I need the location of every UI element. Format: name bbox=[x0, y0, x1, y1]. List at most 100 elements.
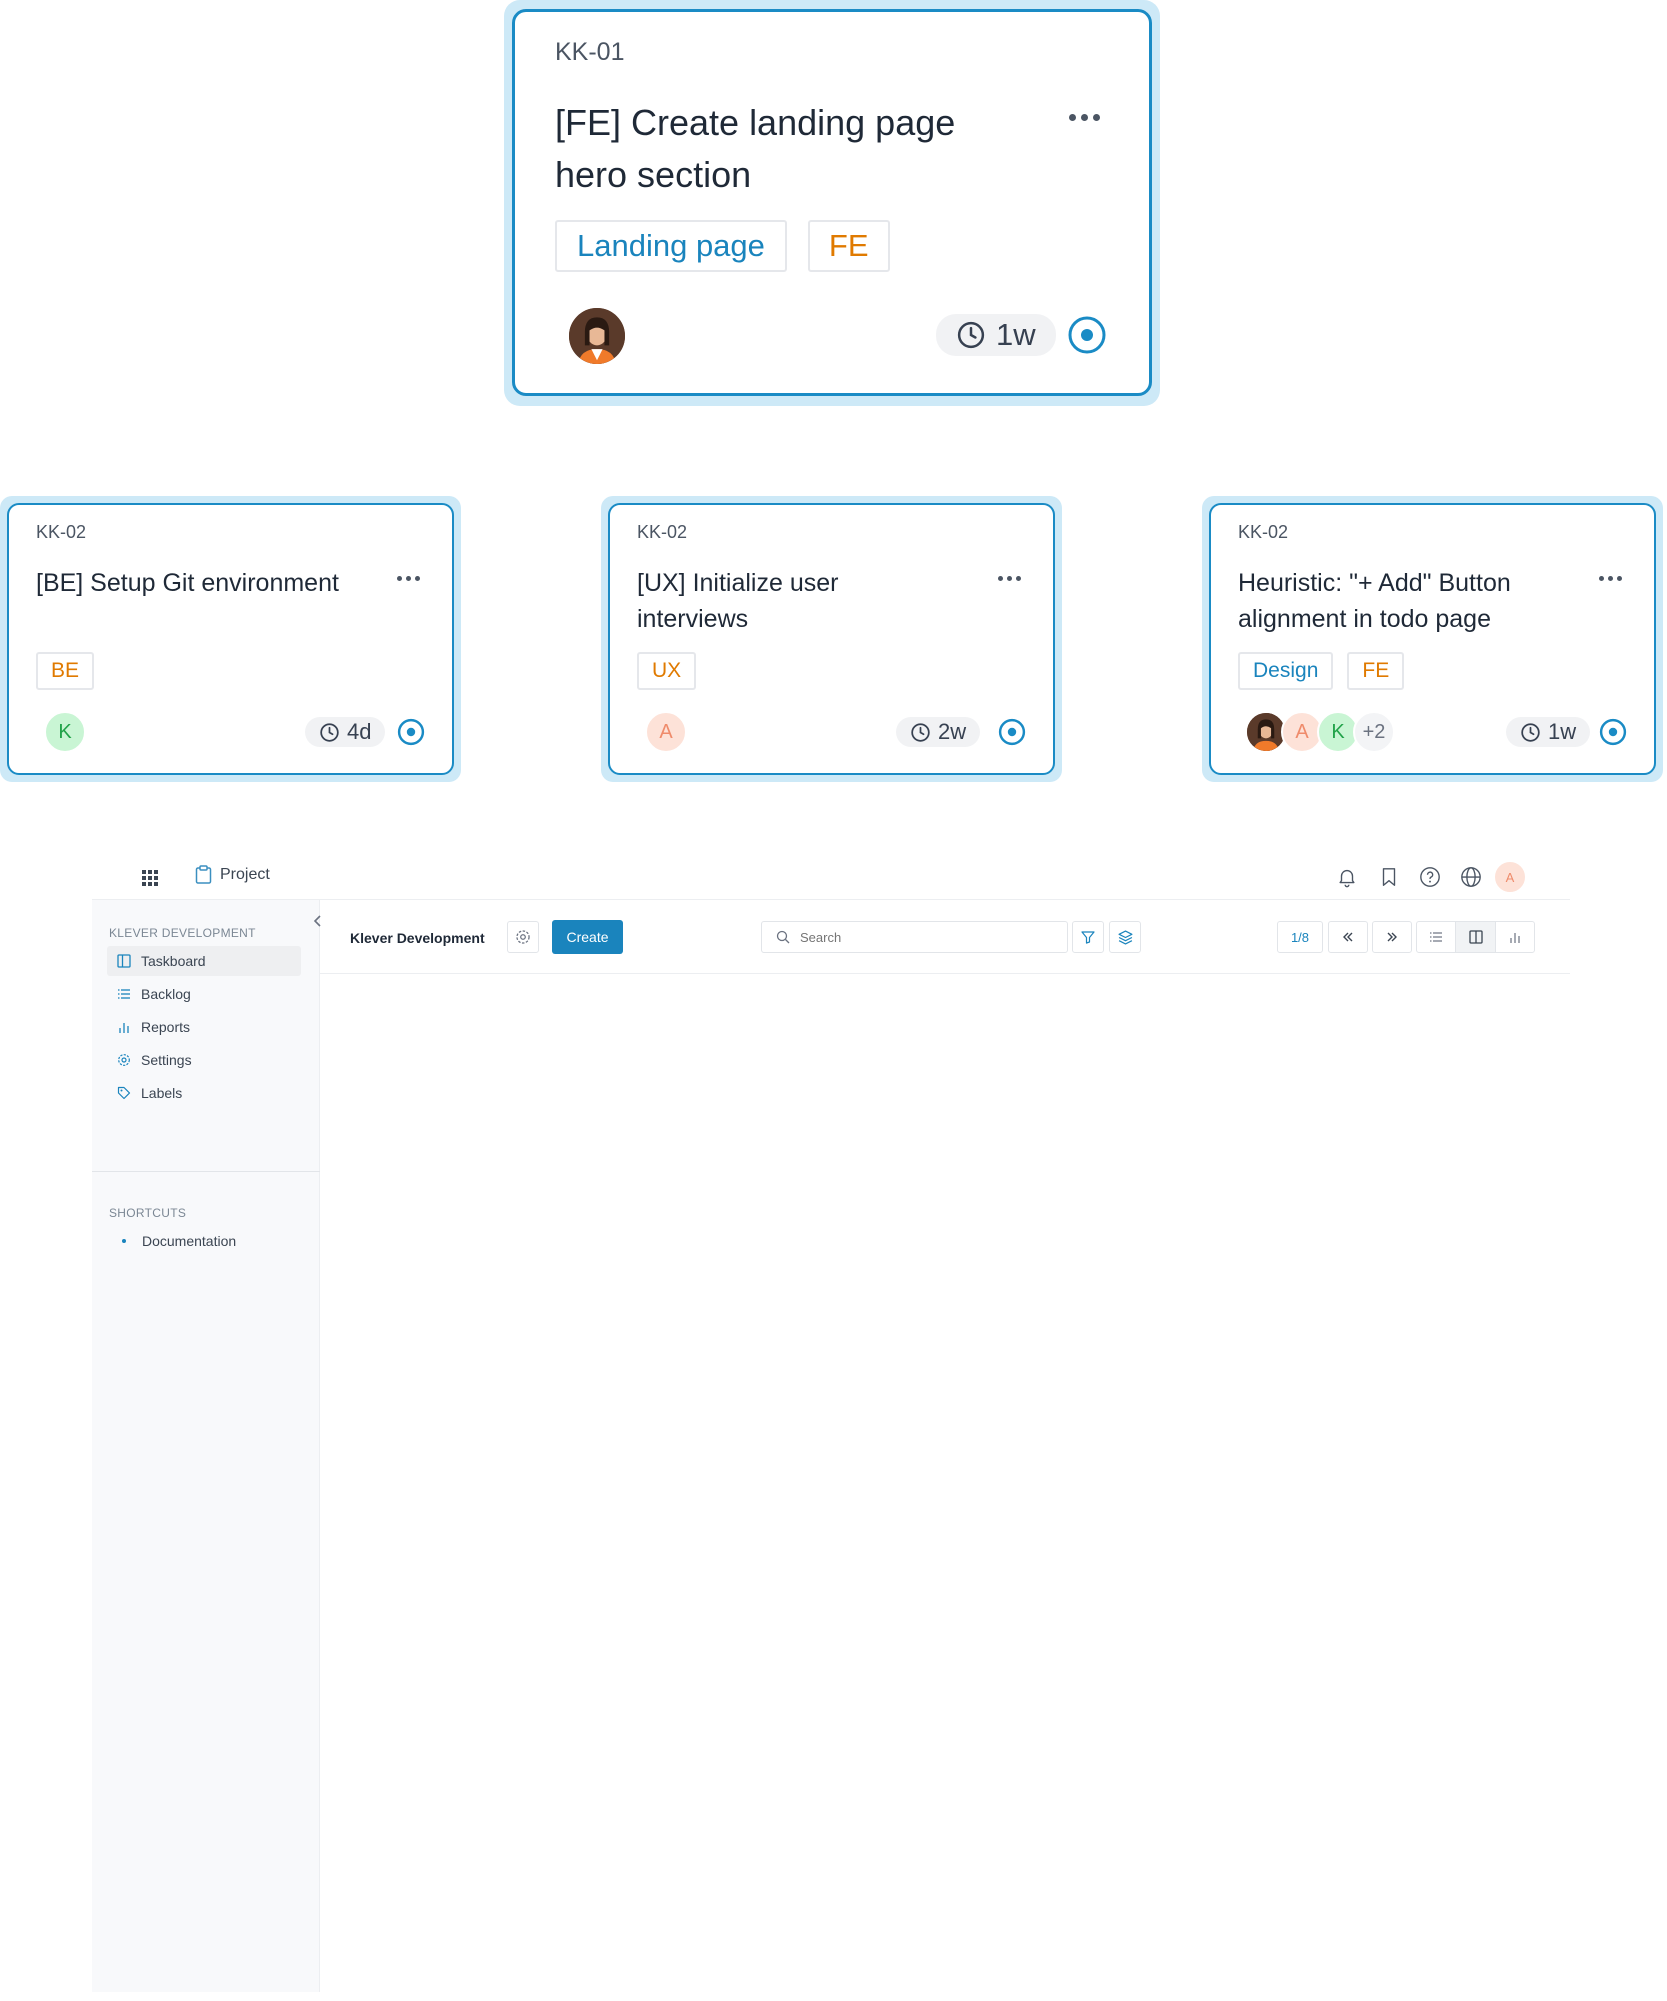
estimate-badge: 1w bbox=[936, 314, 1056, 356]
sidebar-divider bbox=[92, 1171, 320, 1172]
status-icon[interactable] bbox=[397, 718, 425, 746]
task-card-ux[interactable]: KK-02 [UX] Initialize user interviews UX… bbox=[608, 503, 1055, 775]
avatar-k[interactable]: K bbox=[44, 711, 86, 753]
tag-fe[interactable]: FE bbox=[807, 220, 890, 272]
double-chevron-left-icon bbox=[1343, 932, 1353, 942]
clock-icon bbox=[320, 722, 339, 742]
page-indicator[interactable]: 1/8 bbox=[1277, 921, 1323, 953]
estimate-badge: 4d bbox=[305, 717, 386, 747]
sidebar-item-label: Backlog bbox=[141, 986, 191, 1002]
more-options-icon[interactable] bbox=[1599, 576, 1622, 581]
more-options-icon[interactable] bbox=[1069, 114, 1100, 121]
project-label: Project bbox=[220, 865, 270, 883]
task-card-kk-01[interactable]: KK-01 [FE] Create landing page hero sect… bbox=[512, 9, 1152, 396]
tag-landing-page[interactable]: Landing page bbox=[555, 220, 787, 272]
status-icon[interactable] bbox=[998, 718, 1026, 746]
search-input[interactable] bbox=[800, 929, 1040, 945]
globe-icon[interactable] bbox=[1460, 866, 1482, 888]
sidebar-item-label: Labels bbox=[141, 1085, 183, 1101]
board-view-button[interactable] bbox=[1455, 921, 1496, 953]
tag-ux[interactable]: UX bbox=[637, 652, 697, 690]
chart-icon bbox=[119, 1023, 129, 1033]
board-icon bbox=[1468, 930, 1483, 944]
estimate-badge: 2w bbox=[896, 717, 981, 747]
task-title-line-2: interviews bbox=[637, 605, 749, 634]
task-card-be[interactable]: KK-02 [BE] Setup Git environment BE K 4d bbox=[7, 503, 454, 775]
task-title: [FE] Create landing page hero section bbox=[555, 97, 955, 201]
project-title: Klever Development bbox=[350, 930, 485, 946]
project-menu[interactable]: Project bbox=[195, 865, 270, 884]
task-title-line-2: alignment in todo page bbox=[1238, 605, 1491, 634]
status-icon[interactable] bbox=[1067, 315, 1107, 355]
double-chevron-right-icon bbox=[1387, 932, 1397, 942]
layers-icon bbox=[1117, 929, 1133, 945]
more-options-icon[interactable] bbox=[397, 576, 420, 581]
task-title-line-1: [UX] Initialize user bbox=[637, 569, 839, 597]
sidebar-section-title: KLEVER DEVELOPMENT bbox=[109, 926, 256, 940]
avatar-photo[interactable] bbox=[567, 306, 627, 366]
more-options-icon[interactable] bbox=[998, 576, 1021, 581]
user-avatar[interactable]: A bbox=[1493, 860, 1527, 894]
clock-icon bbox=[957, 321, 985, 349]
filter-icon bbox=[1081, 931, 1095, 944]
app-grid-icon[interactable] bbox=[141, 869, 159, 887]
task-title: Heuristic: "+ Add" Button alignment in t… bbox=[1238, 565, 1511, 638]
sidebar-item-label: Settings bbox=[141, 1052, 192, 1068]
shortcut-label: Documentation bbox=[142, 1233, 237, 1249]
tag-be[interactable]: BE bbox=[36, 652, 95, 690]
create-button[interactable]: Create bbox=[552, 920, 623, 954]
estimate-value: 1w bbox=[996, 317, 1036, 352]
tag-list: Design FE bbox=[1238, 652, 1405, 690]
task-title-line-1: Heuristic: "+ Add" Button bbox=[1238, 569, 1511, 597]
tag-list: BE bbox=[36, 652, 95, 690]
assignee-list: K bbox=[44, 711, 86, 753]
sidebar-item-labels[interactable]: Labels bbox=[107, 1078, 301, 1108]
estimate-badge: 1w bbox=[1506, 717, 1591, 747]
filter-button[interactable] bbox=[1072, 921, 1104, 953]
clock-icon bbox=[911, 722, 930, 742]
task-title: [BE] Setup Git environment bbox=[36, 565, 339, 601]
next-page-button[interactable] bbox=[1372, 921, 1412, 953]
estimate-value: 1w bbox=[1548, 719, 1577, 744]
tag-list: UX bbox=[637, 652, 697, 690]
avatar-overflow-count[interactable]: +2 bbox=[1353, 711, 1395, 753]
shortcut-documentation[interactable]: Documentation bbox=[107, 1226, 301, 1256]
bell-icon[interactable] bbox=[1336, 866, 1358, 888]
assignee-list bbox=[567, 306, 627, 366]
assignee-list: A K +2 bbox=[1245, 711, 1395, 753]
assignee-list: A bbox=[645, 711, 687, 753]
sidebar-item-reports[interactable]: Reports bbox=[107, 1012, 301, 1042]
sidebar-item-backlog[interactable]: Backlog bbox=[107, 979, 301, 1009]
board-icon bbox=[117, 954, 131, 968]
bookmark-icon[interactable] bbox=[1378, 866, 1400, 888]
tag-design[interactable]: Design bbox=[1238, 652, 1334, 690]
task-id: KK-02 bbox=[637, 522, 688, 542]
sidebar-item-taskboard[interactable]: Taskboard bbox=[107, 946, 301, 976]
sidebar-item-label: Taskboard bbox=[141, 953, 206, 969]
estimate-value: 4d bbox=[347, 719, 372, 744]
layers-button[interactable] bbox=[1109, 921, 1141, 953]
search-box[interactable] bbox=[761, 921, 1068, 953]
chart-icon bbox=[1510, 933, 1520, 943]
sidebar-item-label: Reports bbox=[141, 1019, 191, 1035]
previous-page-button[interactable] bbox=[1328, 921, 1368, 953]
gear-icon bbox=[516, 930, 530, 944]
task-title-line-1: [BE] Setup Git environment bbox=[36, 569, 339, 597]
tag-fe[interactable]: FE bbox=[1347, 652, 1405, 690]
status-icon[interactable] bbox=[1599, 718, 1627, 746]
project-settings-button[interactable] bbox=[507, 921, 539, 953]
list-view-button[interactable] bbox=[1416, 921, 1456, 953]
list-icon bbox=[118, 989, 130, 999]
content-header: Klever Development Create 1/8 bbox=[320, 900, 1570, 974]
task-card-heuristic[interactable]: KK-02 Heuristic: "+ Add" Button alignmen… bbox=[1209, 503, 1656, 775]
chart-view-button[interactable] bbox=[1495, 921, 1535, 953]
sidebar-item-settings[interactable]: Settings bbox=[107, 1045, 301, 1075]
task-id: KK-02 bbox=[1238, 522, 1289, 542]
help-icon[interactable] bbox=[1419, 866, 1441, 888]
task-title-line-2: hero section bbox=[555, 154, 752, 196]
avatar-a[interactable]: A bbox=[645, 711, 687, 753]
task-title-line-1: [FE] Create landing page bbox=[555, 102, 956, 143]
gear-icon bbox=[118, 1054, 130, 1066]
estimate-value: 2w bbox=[938, 719, 967, 744]
clipboard-icon bbox=[195, 865, 212, 884]
